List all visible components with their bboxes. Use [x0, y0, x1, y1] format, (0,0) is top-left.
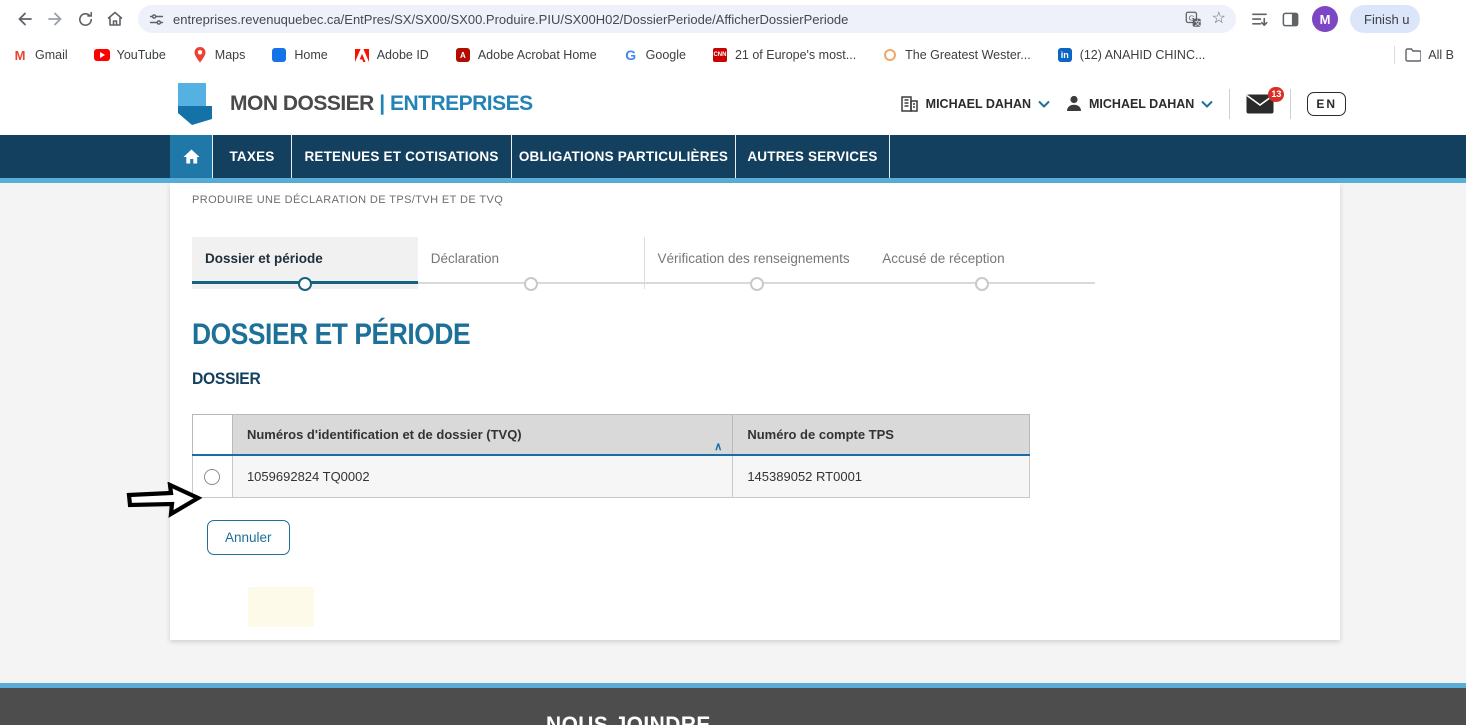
table-row: 1059692824 TQ0002 145389052 RT0001 — [193, 455, 1030, 498]
stepper: Dossier et période Déclaration Vérificat… — [192, 237, 1095, 289]
reload-icon[interactable] — [70, 4, 100, 34]
adobe-home-icon — [271, 47, 287, 63]
youtube-icon — [94, 47, 110, 63]
site-settings-icon[interactable] — [148, 11, 165, 28]
linkedin-icon: in — [1057, 47, 1073, 63]
step-circle — [524, 277, 538, 291]
adobe-logo-icon — [354, 47, 370, 63]
bookmarks-bar: MGmail YouTube Maps Home Adobe ID AAdobe… — [0, 38, 1466, 72]
faded-watermark — [248, 587, 314, 627]
step-accuse-reception: Accusé de réception — [869, 237, 1095, 289]
cancel-button[interactable]: Annuler — [207, 520, 290, 555]
select-column-header — [193, 415, 233, 455]
nav-item-obligations[interactable]: OBLIGATIONS PARTICULIÈRES — [511, 135, 735, 178]
step-circle — [975, 277, 989, 291]
nav-item-retenues[interactable]: RETENUES ET COTISATIONS — [291, 135, 511, 178]
cell-tps: 145389052 RT0001 — [733, 455, 1030, 498]
all-bookmarks-button[interactable]: All B — [1405, 47, 1454, 63]
bookmark-acrobat[interactable]: AAdobe Acrobat Home — [455, 47, 597, 63]
google-g-icon: G — [623, 47, 639, 63]
step-verification: Vérification des renseignements — [644, 237, 870, 289]
back-icon[interactable] — [10, 4, 40, 34]
acrobat-icon: A — [455, 47, 471, 63]
maps-pin-icon — [192, 47, 208, 63]
nav-item-autres-services[interactable]: AUTRES SERVICES — [735, 135, 890, 178]
unread-count-badge: 13 — [1268, 87, 1284, 102]
main-navigation: TAXES RETENUES ET COTISATIONS OBLIGATION… — [0, 135, 1466, 178]
logo-mark-icon — [170, 83, 216, 125]
profile-avatar[interactable]: M — [1312, 6, 1338, 32]
logo-text: MON DOSSIER | ENTREPRISES — [230, 92, 533, 116]
company-menu[interactable]: MICHAEL DAHAN — [900, 95, 1050, 112]
nav-home-tab[interactable] — [170, 135, 212, 178]
annotation-arrow-icon — [126, 482, 202, 518]
bookmark-europe-article[interactable]: CNN21 of Europe's most... — [712, 47, 856, 63]
table-header-row: Numéros d'identification et de dossier (… — [193, 415, 1030, 455]
folder-icon — [1405, 47, 1421, 63]
svg-text:文: 文 — [1194, 18, 1201, 27]
bookmark-greatest-western[interactable]: The Greatest Wester... — [882, 47, 1031, 63]
browser-update-button[interactable]: Finish u — [1350, 5, 1420, 33]
browser-toolbar: entreprises.revenuquebec.ca/EntPres/SX/S… — [0, 0, 1466, 38]
bookmark-home[interactable]: Home — [271, 47, 327, 63]
side-panel-icon[interactable] — [1281, 10, 1300, 29]
section-title: DOSSIER — [192, 369, 1248, 389]
reading-list-icon[interactable] — [1250, 10, 1269, 29]
site-header: MON DOSSIER | ENTREPRISES MICHAEL DAHAN … — [0, 72, 1466, 135]
ring-icon — [882, 47, 898, 63]
header-divider — [1290, 89, 1291, 119]
chevron-down-icon — [1038, 100, 1050, 108]
step-circle — [298, 277, 312, 291]
bookmark-youtube[interactable]: YouTube — [94, 47, 166, 63]
bookmark-maps[interactable]: Maps — [192, 47, 246, 63]
bookmarks-divider — [1394, 46, 1395, 64]
bookmark-gmail[interactable]: MGmail — [12, 47, 68, 63]
nav-item-taxes[interactable]: TAXES — [212, 135, 291, 178]
url-text[interactable]: entreprises.revenuquebec.ca/EntPres/SX/S… — [173, 12, 1177, 27]
step-dossier-et-periode[interactable]: Dossier et période — [192, 237, 418, 289]
footer: NOUS JOINDRE — [0, 688, 1466, 725]
translate-icon[interactable]: G文 — [1185, 11, 1202, 28]
messages-button[interactable]: 13 — [1246, 94, 1274, 114]
cnn-icon: CNN — [712, 47, 728, 63]
forward-icon[interactable] — [40, 4, 70, 34]
address-bar[interactable]: entreprises.revenuquebec.ca/EntPres/SX/S… — [138, 5, 1236, 33]
dossier-table: Numéros d'identification et de dossier (… — [192, 414, 1030, 498]
cell-tvq: 1059692824 TQ0002 — [232, 455, 732, 498]
radio-button[interactable] — [204, 469, 220, 485]
home-icon[interactable] — [100, 4, 130, 34]
step-circle — [750, 277, 764, 291]
user-menu[interactable]: MICHAEL DAHAN — [1066, 95, 1213, 112]
sort-ascending-icon[interactable]: ∧ — [714, 440, 722, 453]
header-divider — [1229, 89, 1230, 119]
language-toggle-button[interactable]: EN — [1307, 92, 1346, 116]
building-icon — [900, 95, 919, 112]
bookmark-star-icon[interactable]: ☆ — [1212, 11, 1226, 27]
person-icon — [1066, 95, 1082, 112]
column-header-tps[interactable]: Numéro de compte TPS — [733, 415, 1030, 455]
site-logo[interactable]: MON DOSSIER | ENTREPRISES — [170, 83, 533, 125]
chevron-down-icon — [1201, 100, 1213, 108]
step-declaration: Déclaration — [418, 237, 644, 289]
bookmark-adobe-id[interactable]: Adobe ID — [354, 47, 429, 63]
process-title: PRODUIRE UNE DÉCLARATION DE TPS/TVH ET D… — [192, 183, 1340, 206]
page-background: PRODUIRE UNE DÉCLARATION DE TPS/TVH ET D… — [0, 183, 1466, 683]
bookmark-linkedin[interactable]: in(12) ANAHID CHINC... — [1057, 47, 1206, 63]
content-card: PRODUIRE UNE DÉCLARATION DE TPS/TVH ET D… — [170, 183, 1340, 640]
page-title: DOSSIER ET PÉRIODE — [192, 318, 1202, 352]
gmail-icon: M — [12, 47, 28, 63]
column-header-tvq[interactable]: Numéros d'identification et de dossier (… — [232, 415, 732, 455]
bookmark-google[interactable]: GGoogle — [623, 47, 686, 63]
home-icon — [183, 149, 200, 164]
footer-title: NOUS JOINDRE — [546, 712, 711, 725]
